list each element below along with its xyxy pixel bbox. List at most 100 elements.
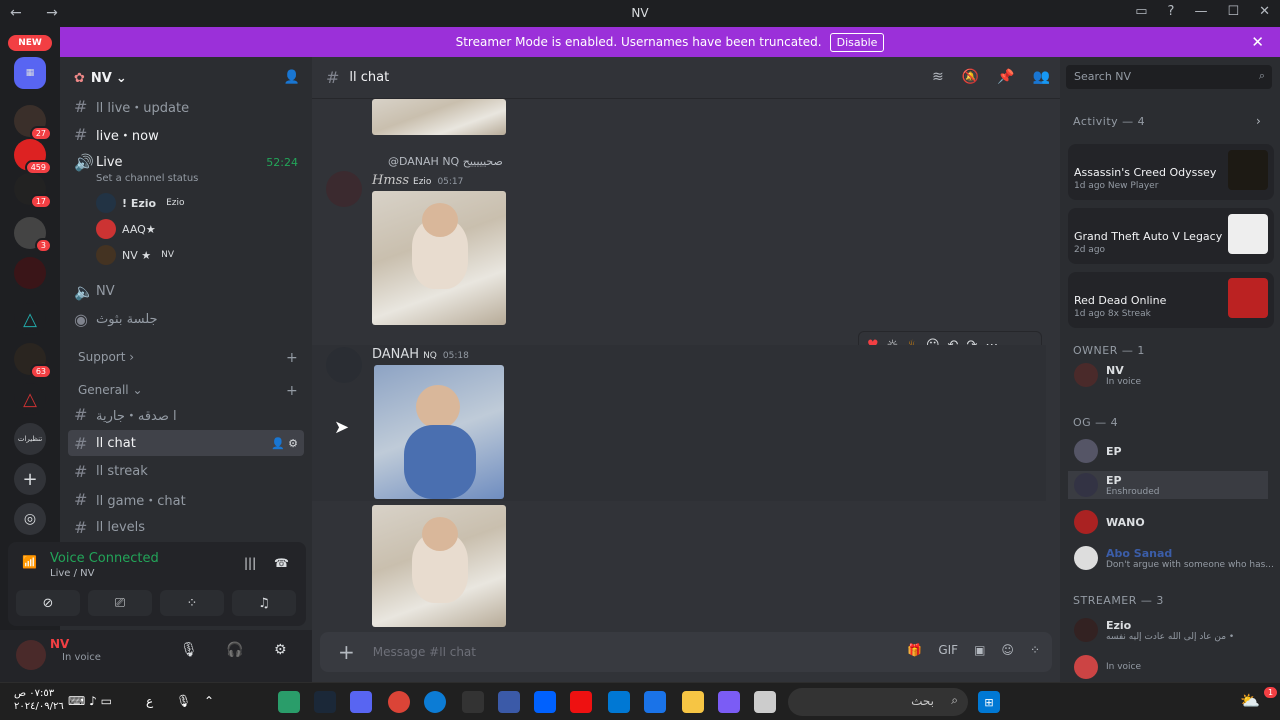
server-icon[interactable]: 27 — [14, 105, 52, 141]
activity-card[interactable]: Assassin's Creed Odyssey 1d ago New Playe… — [1068, 144, 1274, 200]
avatar[interactable] — [326, 347, 362, 383]
camera-button[interactable]: ⊘ — [16, 590, 80, 616]
channel-game-chat[interactable]: # اا game・chat — [68, 486, 304, 512]
tray-icons[interactable]: ⌨ ♪ ▭ — [68, 694, 112, 708]
members-icon[interactable]: 👥 — [1033, 69, 1050, 85]
category-support[interactable]: Support › + — [78, 350, 298, 366]
reply-reference[interactable]: @DANAH NQ صحيييييح — [388, 155, 503, 168]
sticker-icon[interactable]: ▣ — [974, 643, 985, 657]
message-author[interactable]: DANAH NQ 05:18 — [372, 347, 469, 362]
message-author[interactable]: Hmss Ezio 05:17 — [372, 173, 463, 188]
activity-header[interactable]: Activity — 4 — [1073, 115, 1145, 128]
screenshare-button[interactable]: ⎚ — [88, 590, 152, 616]
emoji-icon[interactable]: ☺ — [1001, 643, 1014, 657]
chevron-right-icon[interactable]: › — [1256, 114, 1261, 128]
mic-icon[interactable]: 🎙 — [180, 642, 198, 658]
member-item[interactable]: Abo Sanad Don't argue with someone who ha… — [1074, 544, 1274, 572]
epic-icon[interactable] — [462, 691, 484, 713]
taskbar-search[interactable]: بحث ⌕ — [788, 688, 968, 716]
pin-icon[interactable]: 📌 — [997, 69, 1014, 85]
signal-icon[interactable]: 📶 — [22, 555, 37, 569]
member-item[interactable]: WANO — [1074, 508, 1145, 536]
app-icon[interactable] — [570, 691, 592, 713]
gif-icon[interactable]: GIF — [938, 643, 958, 657]
gif-image[interactable] — [372, 99, 506, 135]
member-item[interactable]: EP — [1074, 437, 1122, 465]
server-icon[interactable]: 459 — [14, 139, 52, 175]
channel-levels[interactable]: # اا levels — [68, 514, 304, 540]
minimize-button[interactable]: — — [1194, 4, 1207, 19]
voice-connected-title[interactable]: Voice Connected — [50, 551, 159, 566]
notifications-icon[interactable]: 🔕 — [962, 69, 979, 85]
channel-chat[interactable]: # اا chat 👤 ⚙ — [68, 430, 304, 456]
attach-icon[interactable]: + — [338, 640, 355, 664]
weather-icon[interactable]: ⛅ — [1240, 691, 1260, 710]
help-icon[interactable]: ? — [1168, 4, 1175, 19]
discover-icon[interactable]: ◎ — [14, 503, 46, 535]
voice-user[interactable]: NV ★ NV — [96, 243, 174, 267]
soundboard-button[interactable]: ♫ — [232, 590, 296, 616]
gift-icon[interactable]: 🎁 — [907, 643, 922, 657]
taskview-icon[interactable] — [754, 691, 776, 713]
chrome-icon[interactable] — [388, 691, 410, 713]
maximize-button[interactable]: ☐ — [1227, 4, 1239, 19]
add-friend-icon[interactable]: 👤 — [284, 70, 300, 85]
server-icon[interactable]: 63 — [14, 343, 52, 379]
voice-user[interactable]: ! Ezio Ezio — [96, 191, 185, 215]
chevron-up-icon[interactable]: ⌃ — [204, 694, 214, 708]
voice-channel-nv[interactable]: 🔈 NV — [68, 278, 304, 304]
avatar[interactable] — [16, 640, 46, 670]
app-icon[interactable] — [498, 691, 520, 713]
gif-image[interactable] — [372, 505, 506, 627]
activity-card[interactable]: Grand Theft Auto V Legacy 2d ago — [1068, 208, 1274, 264]
member-item[interactable]: EP Enshrouded — [1068, 471, 1268, 499]
headphones-icon[interactable]: 🎧 — [226, 642, 243, 658]
channel-status[interactable]: Set a channel status — [96, 173, 198, 184]
add-server-icon[interactable]: + — [14, 463, 46, 495]
copilot-icon[interactable] — [718, 691, 740, 713]
member-item[interactable]: In voice — [1074, 653, 1141, 681]
server-icon[interactable]: 3 — [14, 217, 52, 253]
language-indicator[interactable]: ع — [146, 694, 153, 708]
message-composer[interactable]: + Message #اا chat 🎁 GIF ▣ ☺ ⁘ — [320, 632, 1052, 672]
category-generall[interactable]: Generall ⌄ + — [78, 383, 298, 399]
member-item[interactable]: Ezio من عاد إلى الله عادت إليه نفسه • — [1074, 616, 1234, 644]
store-icon[interactable] — [644, 691, 666, 713]
start-icon[interactable]: ⊞ — [978, 691, 1000, 713]
settings-gear-icon[interactable]: ⚙ — [274, 642, 287, 658]
search-input[interactable]: Search NV ⌕ — [1066, 65, 1272, 89]
mail-icon[interactable] — [608, 691, 630, 713]
server-icon[interactable]: △ — [14, 303, 46, 335]
channel-sadaqa[interactable]: # ا صدقه・جارية — [68, 401, 304, 427]
server-icon[interactable]: △ — [14, 383, 46, 415]
edge-icon[interactable] — [424, 691, 446, 713]
channel-live-update[interactable]: # اا live・update — [68, 93, 304, 119]
voice-connected-channel[interactable]: Live / NV — [50, 568, 94, 579]
close-icon[interactable]: ✕ — [1251, 33, 1264, 51]
message-input[interactable]: Message #اا chat — [373, 645, 476, 659]
gif-image[interactable] — [372, 191, 506, 325]
server-icon[interactable] — [14, 257, 46, 289]
close-window-button[interactable]: ✕ — [1259, 4, 1270, 19]
apps-icon[interactable]: ⁘ — [1030, 643, 1040, 657]
noise-icon[interactable]: ||| — [244, 556, 256, 570]
gif-image[interactable] — [374, 365, 504, 499]
app-icon[interactable] — [278, 691, 300, 713]
channel-streak[interactable]: # اا streak — [68, 458, 304, 484]
clock[interactable]: ٠٧:٥٣ ص ٢٠٢٤/٠٩/٢٦ — [14, 687, 64, 713]
activity-card[interactable]: Red Dead Online 1d ago 8x Streak — [1068, 272, 1274, 328]
events-icon[interactable]: تنظيرات — [14, 423, 46, 455]
avatar[interactable] — [326, 171, 362, 207]
server-icon[interactable]: 17 — [14, 173, 52, 209]
disable-streamer-button[interactable]: Disable — [829, 32, 885, 52]
steam-icon[interactable] — [314, 691, 336, 713]
voice-channel-live[interactable]: 🔊 Live 52:24 — [68, 149, 304, 175]
voice-user[interactable]: AAQ★ — [96, 217, 156, 241]
dm-icon[interactable]: ▦ — [14, 57, 46, 89]
dropbox-icon[interactable] — [534, 691, 556, 713]
mic-tray-icon[interactable]: 🎙 — [176, 694, 191, 708]
threads-icon[interactable]: ≋ — [932, 69, 944, 85]
disconnect-icon[interactable]: ☎ — [274, 556, 289, 570]
inbox-icon[interactable]: ▭ — [1135, 4, 1147, 19]
explorer-icon[interactable] — [682, 691, 704, 713]
